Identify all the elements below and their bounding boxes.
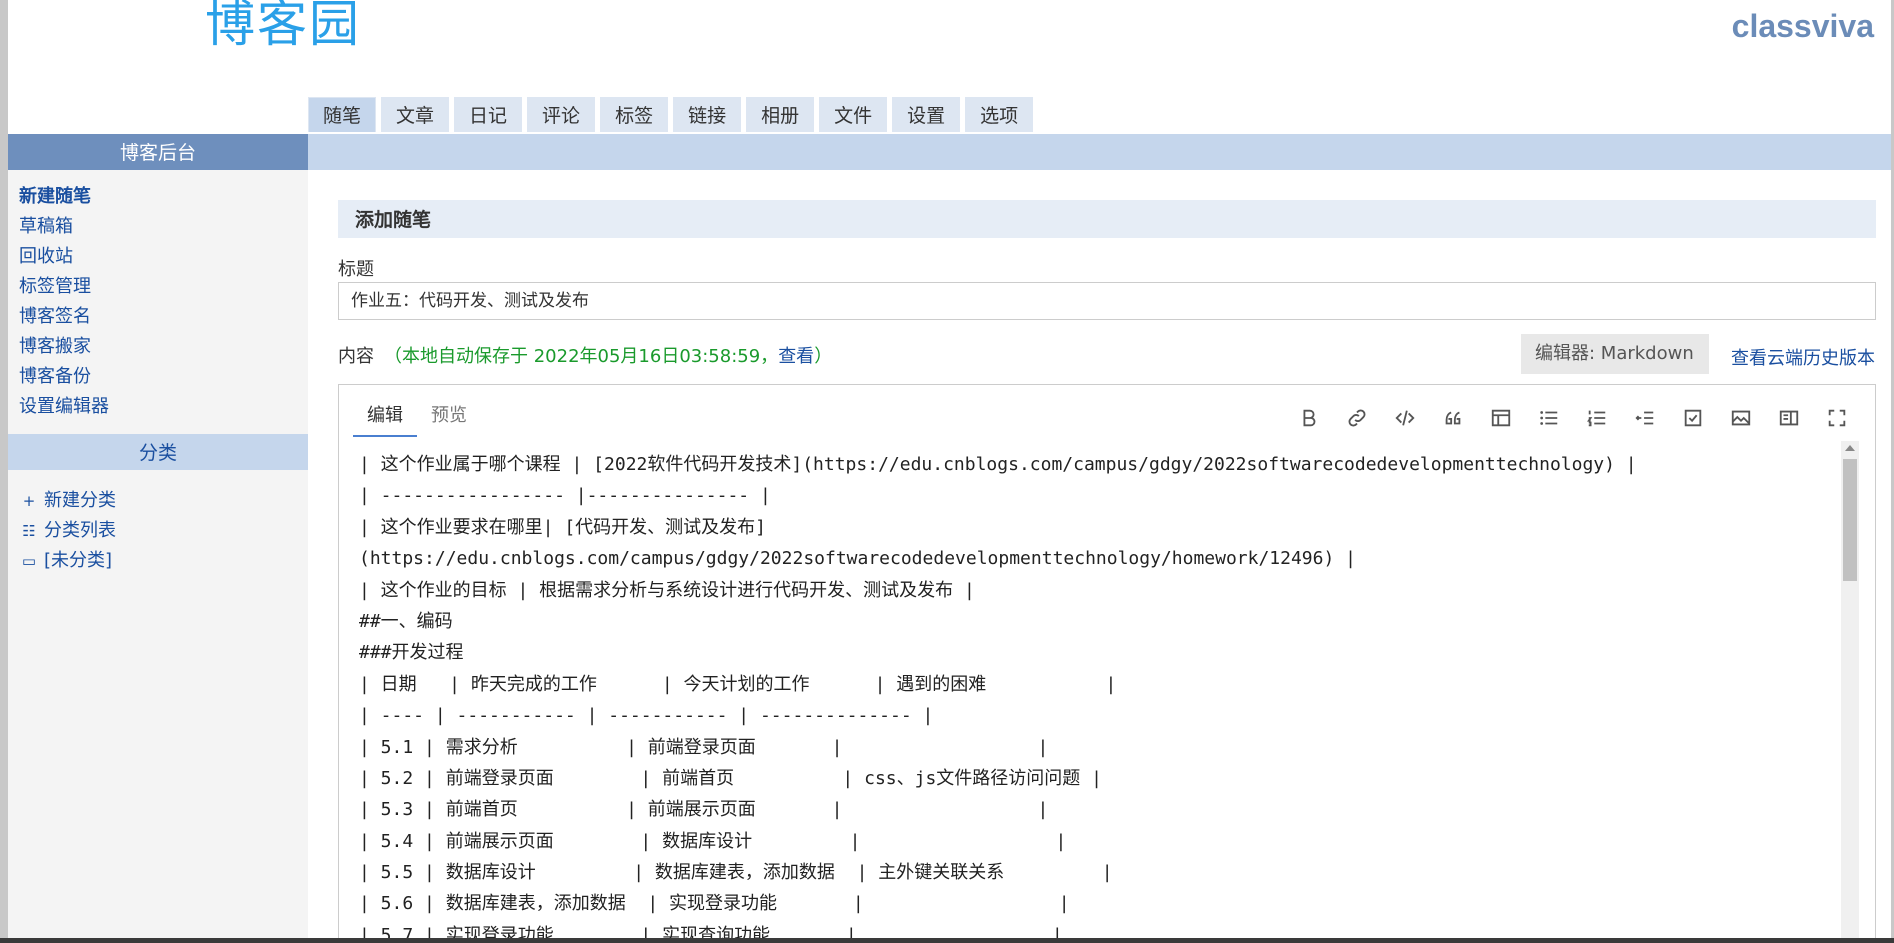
nav-tab[interactable]: 选项 bbox=[965, 97, 1034, 132]
code-line: | 5.6 | 数据库建表，添加数据 | 实现登录功能 | | bbox=[359, 893, 1070, 915]
split-view-icon[interactable] bbox=[1765, 403, 1813, 433]
category-link[interactable]: ☷ 分类列表 bbox=[20, 516, 308, 546]
editor-tabs: 编辑 预览 bbox=[353, 401, 481, 437]
sidebar-link[interactable]: 博客签名 bbox=[19, 302, 308, 332]
category-links: + 新建分类 ☷ 分类列表 ▭ [未分类] bbox=[8, 470, 308, 576]
title-label: 标题 bbox=[338, 259, 374, 280]
category-link[interactable]: ▭ [未分类] bbox=[20, 546, 308, 576]
code-line: | 这个作业要求在哪里| [代码开发、测试及发布] bbox=[359, 516, 767, 538]
fullscreen-icon[interactable] bbox=[1813, 403, 1861, 433]
autosave-end: ） bbox=[814, 346, 833, 367]
sidebar-link[interactable]: 博客备份 bbox=[19, 362, 308, 392]
sidebar-link[interactable]: 设置编辑器 bbox=[19, 392, 308, 422]
code-line: | 5.4 | 前端展示页面 | 数据库设计 | | bbox=[359, 830, 1067, 852]
nav-tab[interactable]: 随笔 bbox=[308, 97, 377, 132]
code-line: ##一、编码 bbox=[359, 610, 453, 632]
nav-tab[interactable]: 设置 bbox=[892, 97, 961, 132]
code-line: ###开发过程 bbox=[359, 642, 464, 664]
title-input[interactable]: 作业五：代码开发、测试及发布 bbox=[338, 282, 1876, 320]
sidebar-link[interactable]: 标签管理 bbox=[19, 272, 308, 302]
window-left-edge bbox=[0, 0, 8, 943]
plus-icon: + bbox=[22, 492, 36, 510]
checkbox-icon[interactable] bbox=[1669, 403, 1717, 433]
editor-select[interactable]: 编辑器: Markdown bbox=[1521, 334, 1709, 397]
logo-text: 博客园 bbox=[205, 0, 361, 53]
folder-icon: ▭ bbox=[21, 552, 37, 570]
category-label: 分类列表 bbox=[44, 520, 116, 541]
content-label-row: 内容 （本地自动保存于 2022年05月16日03:58:59，查看） bbox=[338, 342, 832, 368]
autosave-text: （本地自动保存于 2022年05月16日03:58:59， bbox=[384, 346, 779, 367]
nav-tab[interactable]: 文章 bbox=[381, 97, 450, 132]
sidebar-link[interactable]: 博客搬家 bbox=[19, 332, 308, 362]
list-icon: ☷ bbox=[22, 522, 36, 540]
sidebar: 博客后台 新建随笔 草稿箱 回收站 标签管理 博客签名 博客搬家 博客备份 设置编辑器 分类 … bbox=[8, 134, 308, 938]
quote-icon[interactable] bbox=[1429, 403, 1477, 433]
table-icon[interactable] bbox=[1477, 403, 1525, 433]
code-line: | 日期 | 昨天完成的工作 | 今天计划的工作 | 遇到的困难 | bbox=[359, 673, 1117, 695]
category-label: [未分类] bbox=[44, 550, 113, 571]
scrollbar-thumb[interactable] bbox=[1843, 459, 1857, 581]
link-icon[interactable] bbox=[1333, 403, 1381, 433]
editor-scrollbar[interactable] bbox=[1841, 441, 1859, 942]
nav-tab[interactable]: 相册 bbox=[746, 97, 815, 132]
category-label: 新建分类 bbox=[44, 490, 116, 511]
sidebar-link[interactable]: 新建随笔 bbox=[19, 182, 308, 212]
editor-select-label: 编辑器: Markdown bbox=[1535, 343, 1694, 364]
editor-tab-preview[interactable]: 预览 bbox=[417, 401, 481, 435]
category-header: 分类 bbox=[8, 434, 308, 470]
sidebar-links: 新建随笔 草稿箱 回收站 标签管理 博客签名 博客搬家 博客备份 设置编辑器 bbox=[8, 170, 308, 422]
editor-code-area[interactable]: | 这个作业属于哪个课程 | [2022软件代码开发技术](https://ed… bbox=[339, 441, 1839, 942]
scroll-up-arrow-icon[interactable] bbox=[1845, 445, 1855, 451]
numbered-list-icon[interactable] bbox=[1573, 403, 1621, 433]
cloud-history-link[interactable]: 查看云端历史版本 bbox=[1731, 344, 1875, 370]
code-line: (https://edu.cnblogs.com/campus/gdgy/202… bbox=[359, 548, 1356, 570]
code-icon[interactable] bbox=[1381, 403, 1429, 433]
markdown-editor: 编辑 预览 | 这个作业属于哪个课程 | [2022软件代码开发技术](http… bbox=[338, 384, 1876, 943]
nav-tab[interactable]: 评论 bbox=[527, 97, 596, 132]
window-bottom-edge bbox=[0, 938, 1894, 943]
nav-tab[interactable]: 标签 bbox=[600, 97, 669, 132]
indent-icon[interactable] bbox=[1621, 403, 1669, 433]
editor-tab-edit[interactable]: 编辑 bbox=[353, 401, 417, 437]
sidebar-link[interactable]: 草稿箱 bbox=[19, 212, 308, 242]
username[interactable]: classviva bbox=[1732, 8, 1874, 45]
code-line: | 这个作业的目标 | 根据需求分析与系统设计进行代码开发、测试及发布 | bbox=[359, 579, 975, 601]
bold-icon[interactable] bbox=[1285, 403, 1333, 433]
category-link[interactable]: + 新建分类 bbox=[20, 486, 308, 516]
code-line: | 5.3 | 前端首页 | 前端展示页面 | | bbox=[359, 799, 1049, 821]
autosave-view-link[interactable]: 查看 bbox=[778, 346, 814, 367]
top-nav-tabs: 随笔 文章 日记 评论 标签 链接 相册 文件 设置 选项 bbox=[308, 97, 1038, 132]
image-icon[interactable] bbox=[1717, 403, 1765, 433]
code-line: | 5.2 | 前端登录页面 | 前端首页 | css、js文件路径访问问题 | bbox=[359, 767, 1102, 789]
sidebar-header: 博客后台 bbox=[8, 134, 308, 170]
content-label: 内容 bbox=[338, 346, 374, 367]
code-line: | 5.5 | 数据库设计 | 数据库建表，添加数据 | 主外键关联关系 | bbox=[359, 862, 1113, 884]
code-line: | 这个作业属于哪个课程 | [2022软件代码开发技术](https://ed… bbox=[359, 454, 1637, 475]
site-logo[interactable]: 博客园 bbox=[205, 0, 361, 53]
nav-tab[interactable]: 链接 bbox=[673, 97, 742, 132]
code-line: | 5.1 | 需求分析 | 前端登录页面 | | bbox=[359, 736, 1049, 758]
code-line: | ----------------- |--------------- | bbox=[359, 485, 771, 507]
sidebar-link[interactable]: 回收站 bbox=[19, 242, 308, 272]
section-title: 添加随笔 bbox=[338, 200, 1876, 238]
nav-tab[interactable]: 文件 bbox=[819, 97, 888, 132]
editor-toolbar bbox=[1285, 403, 1861, 433]
bullet-list-icon[interactable] bbox=[1525, 403, 1573, 433]
code-line: | ---- | ----------- | ----------- | ---… bbox=[359, 705, 934, 727]
main-header-bar bbox=[308, 134, 1891, 170]
autosave-status: （本地自动保存于 2022年05月16日03:58:59，查看） bbox=[384, 346, 832, 367]
nav-tab[interactable]: 日记 bbox=[454, 97, 523, 132]
